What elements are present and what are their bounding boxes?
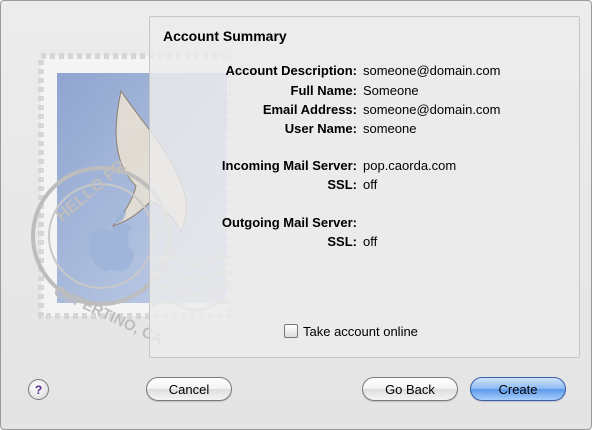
row-value: off (363, 177, 378, 192)
row-value: Someone (363, 83, 419, 98)
row-label: Full Name: (290, 83, 357, 98)
create-button[interactable]: Create (470, 377, 566, 401)
take-account-online-option[interactable]: Take account online (284, 322, 418, 340)
go-back-button[interactable]: Go Back (362, 377, 458, 401)
row-outgoing-server: Outgoing Mail Server: (150, 215, 579, 233)
row-label: SSL: (327, 234, 357, 249)
help-button[interactable]: ? (28, 379, 49, 400)
row-email-address: Email Address: someone@domain.com (150, 102, 579, 120)
row-label: Account Description: (225, 63, 357, 78)
row-value: someone (363, 121, 417, 136)
account-summary-panel: Account Summary Account Description: som… (149, 16, 580, 358)
row-user-name: User Name: someone (150, 121, 579, 139)
row-label: SSL: (327, 177, 357, 192)
cancel-button-label: Cancel (168, 381, 210, 397)
row-account-description: Account Description: someone@domain.com (150, 63, 579, 81)
row-value: pop.caorda.com (363, 158, 457, 173)
checkbox-label: Take account online (303, 323, 418, 339)
panel-title: Account Summary (163, 28, 287, 44)
row-label: Email Address: (262, 102, 357, 117)
create-button-label: Create (498, 381, 538, 397)
row-value: off (363, 234, 378, 249)
cancel-button[interactable]: Cancel (146, 377, 232, 401)
row-incoming-ssl: SSL: off (150, 177, 579, 195)
row-label: Incoming Mail Server: (221, 158, 357, 173)
go-back-button-label: Go Back (385, 381, 435, 397)
row-outgoing-ssl: SSL: off (150, 234, 579, 252)
row-full-name: Full Name: Someone (150, 83, 579, 101)
account-setup-window: HELLO FR CUPERTINO, CA Account Summary A… (0, 0, 592, 430)
row-incoming-server: Incoming Mail Server: pop.caorda.com (150, 158, 579, 176)
row-value: someone@domain.com (363, 63, 501, 78)
row-value: someone@domain.com (363, 102, 501, 117)
row-label: Outgoing Mail Server: (221, 215, 357, 230)
row-label: User Name: (284, 121, 357, 136)
checkbox-unchecked-icon[interactable] (284, 324, 298, 338)
question-mark-icon: ? (34, 382, 43, 397)
